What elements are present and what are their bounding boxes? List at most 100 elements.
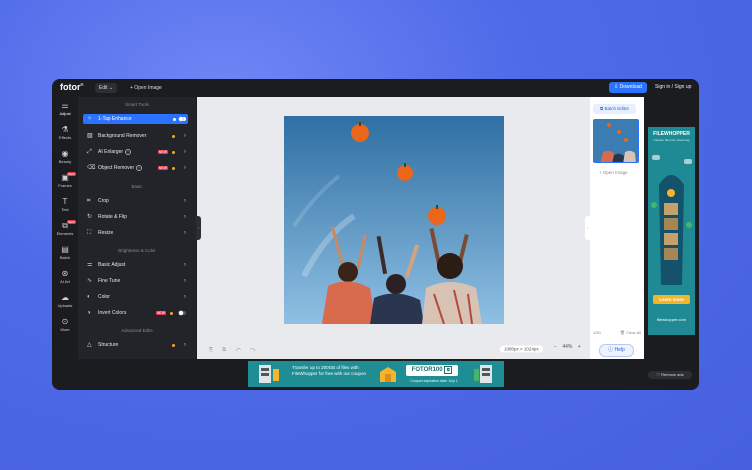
chevron-right-icon: › bbox=[184, 294, 186, 300]
sliders-icon: ⚌ bbox=[61, 101, 69, 110]
add-image-button[interactable]: + Open Image bbox=[599, 170, 628, 175]
edit-dropdown[interactable]: Edit ⌄ bbox=[95, 83, 117, 93]
chevron-right-icon: › bbox=[184, 230, 186, 236]
ad-subtitle: Transfer files the smart way bbox=[653, 138, 690, 142]
flask-icon: ⚗ bbox=[61, 125, 69, 134]
chevron-right-icon: › bbox=[184, 214, 186, 220]
background-remover-icon: ▨ bbox=[87, 133, 93, 139]
new-badge: NEW bbox=[67, 172, 76, 176]
invert-toggle[interactable] bbox=[179, 311, 186, 315]
new-badge: NEW bbox=[67, 220, 76, 224]
chevron-right-icon: › bbox=[184, 149, 186, 155]
tool-ai-enlarger[interactable]: ⤢ AI Enlarger? NEW › bbox=[83, 147, 188, 157]
ad-learn-more-button[interactable]: Learn more bbox=[653, 295, 690, 304]
fotor-logo[interactable]: fotor® bbox=[60, 82, 83, 92]
tool-basic-adjust[interactable]: ⚌ Basic Adjust › bbox=[83, 260, 188, 270]
tool-crop[interactable]: ⌗ Crop › bbox=[83, 196, 188, 206]
section-title-basic: Basic bbox=[131, 184, 143, 189]
batch-editor-button[interactable]: ⧉ Batch Editor bbox=[593, 104, 636, 114]
color-icon: ◐ bbox=[87, 294, 91, 300]
sign-in-link[interactable]: Sign in / Sign up bbox=[655, 82, 691, 93]
tool-background-remover[interactable]: ▨ Background Remover › bbox=[83, 131, 188, 141]
coupon-expiration: Coupon expiration date: July 1 bbox=[410, 379, 458, 383]
help-icon[interactable]: ? bbox=[125, 148, 132, 155]
rail-item-elements[interactable]: NEW ⧉ Elements bbox=[52, 220, 78, 236]
text-icon: T bbox=[62, 197, 68, 206]
help-icon[interactable]: ? bbox=[136, 164, 143, 171]
chevron-right-icon: › bbox=[184, 198, 186, 204]
chevron-right-icon: › bbox=[184, 165, 186, 171]
image-list-footer: 1/50 🗑 Clear All bbox=[593, 330, 641, 335]
download-button[interactable]: ⇩ Download bbox=[609, 82, 647, 93]
magic-wand-icon: ✧ bbox=[87, 116, 93, 122]
tool-rotate-flip[interactable]: ↻ Rotate & Flip › bbox=[83, 212, 188, 222]
rail-item-ai-art[interactable]: ⊛ AI Art bbox=[52, 270, 78, 285]
photo-illustration bbox=[284, 116, 504, 324]
canvas-bottom-bar: ⎘ ⧉ ↶ ↷ 1080px × 1024px − 44% + bbox=[197, 340, 590, 359]
ad-box-graphic bbox=[380, 367, 396, 382]
tool-object-remover[interactable]: ⌫ Object Remover? NEW › bbox=[83, 163, 188, 173]
rail-item-uploads[interactable]: ☁ Uploads bbox=[52, 293, 78, 309]
eraser-icon: ⌫ bbox=[87, 165, 96, 171]
image-dimensions[interactable]: 1080px × 1024px bbox=[500, 345, 543, 353]
enhance-toggle[interactable] bbox=[179, 117, 186, 121]
chevron-right-icon: › bbox=[184, 278, 186, 284]
clear-all-button[interactable]: 🗑 Clear All bbox=[620, 330, 641, 335]
ad-graphic-right bbox=[474, 365, 492, 383]
cloud-upload-icon: ☁ bbox=[61, 293, 69, 302]
ad-graphic-left bbox=[259, 365, 279, 383]
section-title-advanced-edits: Advanced Edits bbox=[121, 328, 153, 333]
canvas-area: ⎘ ⧉ ↶ ↷ 1080px × 1024px − 44% + bbox=[197, 97, 590, 359]
new-tag: NEW bbox=[157, 166, 168, 170]
rail-item-effects[interactable]: ⚗ Effects bbox=[52, 125, 78, 141]
open-image-button[interactable]: + Open Image bbox=[130, 83, 162, 93]
section-title-brightness-color: Brightness & Color bbox=[118, 248, 156, 253]
tool-rail: ⚌ Adjust ⚗ Effects ◉ Beauty NEW ▣ Frames… bbox=[52, 97, 78, 359]
rail-item-adjust[interactable]: ⚌ Adjust bbox=[52, 101, 78, 117]
ad-copy: Transfer up to 200GB of files with FileW… bbox=[292, 365, 367, 376]
premium-dot bbox=[172, 167, 175, 170]
crop-icon: ⌗ bbox=[87, 198, 91, 204]
resize-icon: ⛶ bbox=[87, 230, 92, 236]
right-ad-column: FILEWHOPPER Transfer files the smart way… bbox=[646, 97, 699, 359]
eye-icon: ◉ bbox=[61, 149, 69, 158]
image-thumbnail[interactable] bbox=[593, 119, 639, 163]
zoom-out-button[interactable]: − bbox=[554, 344, 557, 350]
tool-resize[interactable]: ⛶ Resize › bbox=[83, 228, 188, 238]
zoom-control: − 44% + bbox=[554, 344, 581, 350]
premium-dot bbox=[172, 135, 175, 138]
ad-illustration bbox=[651, 155, 692, 285]
chevron-right-icon: › bbox=[184, 342, 186, 348]
bottom-ad-bar: Transfer up to 200GB of files with FileW… bbox=[52, 359, 699, 390]
structure-icon: △ bbox=[87, 342, 92, 348]
copy-icon[interactable]: ⧉ bbox=[444, 366, 453, 374]
premium-dot bbox=[172, 344, 175, 347]
tool-color[interactable]: ◐ Color › bbox=[83, 292, 188, 302]
filewhopper-ad[interactable]: FILEWHOPPER Transfer files the smart way… bbox=[648, 127, 695, 335]
tool-fine-tune[interactable]: ∿ Fine Tune › bbox=[83, 276, 188, 286]
history-controls[interactable]: ⎘ ⧉ ↶ ↷ bbox=[209, 347, 259, 353]
premium-dot bbox=[172, 151, 175, 154]
sliders-icon: ⚌ bbox=[87, 262, 93, 268]
zoom-value: 44% bbox=[562, 344, 573, 350]
new-tag: NEW bbox=[157, 150, 168, 154]
tool-one-tap-enhance[interactable]: ✧ 1-Tap Enhance bbox=[83, 114, 188, 124]
app-window: fotor® Edit ⌄ + Open Image ⇩ Download Si… bbox=[52, 79, 699, 390]
rail-item-text[interactable]: T Text bbox=[52, 197, 78, 213]
bottom-banner-ad[interactable]: Transfer up to 200GB of files with FileW… bbox=[248, 361, 504, 387]
rail-item-more[interactable]: ⊙ More bbox=[52, 317, 78, 333]
tool-structure[interactable]: △ Structure › bbox=[83, 340, 188, 350]
remove-ads-button[interactable]: ♡ Remove ads bbox=[648, 371, 692, 379]
chevron-right-icon: › bbox=[184, 133, 186, 139]
help-button[interactable]: ⓘ Help bbox=[599, 344, 634, 357]
rail-item-batch[interactable]: ▤ Batch bbox=[52, 246, 78, 261]
collapse-panel-handle[interactable]: ‹ bbox=[196, 216, 201, 240]
edited-photo[interactable] bbox=[284, 116, 504, 324]
rail-item-frames[interactable]: NEW ▣ Frames bbox=[52, 172, 78, 188]
tool-invert-colors[interactable]: ◑ Invert Colors NEW bbox=[83, 308, 188, 318]
thumbnail-illustration bbox=[594, 120, 638, 162]
zoom-in-button[interactable]: + bbox=[578, 344, 581, 350]
collapse-image-list-handle[interactable]: › bbox=[585, 216, 590, 240]
rail-item-beauty[interactable]: ◉ Beauty bbox=[52, 149, 78, 165]
more-icon: ⊙ bbox=[61, 317, 69, 326]
